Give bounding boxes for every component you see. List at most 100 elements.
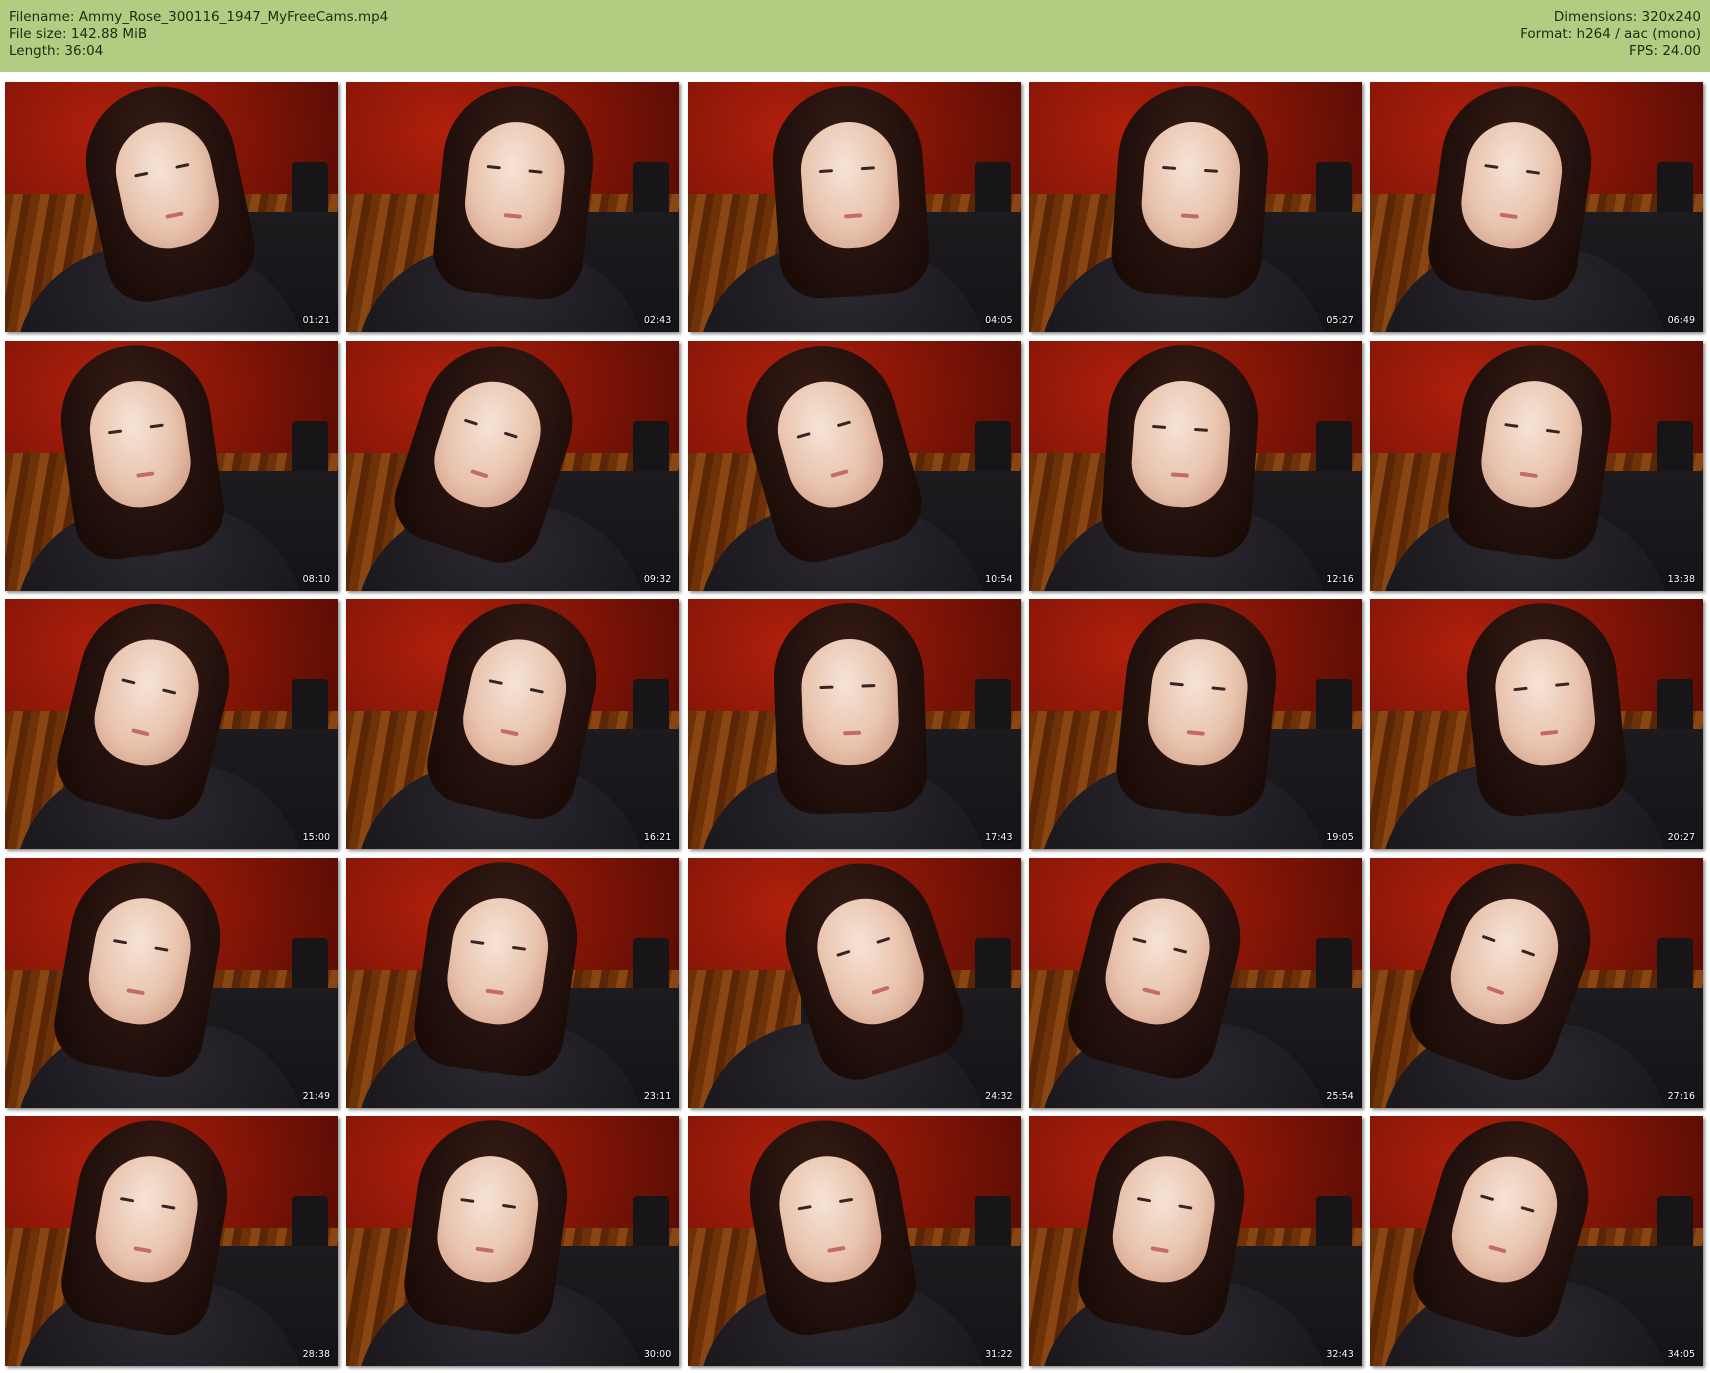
mouth	[1170, 471, 1189, 478]
left-eye	[835, 949, 850, 957]
mouth	[470, 468, 489, 478]
right-eye	[860, 166, 875, 171]
right-eye	[1172, 946, 1188, 954]
right-eye	[1525, 169, 1541, 175]
right-eye	[154, 945, 169, 952]
right-eye	[1193, 427, 1208, 432]
frame-timestamp: 28:38	[302, 1349, 330, 1360]
left-eye	[1161, 165, 1176, 170]
frame-timestamp: 21:49	[302, 1090, 330, 1102]
frame-timestamp: 34:05	[1667, 1349, 1695, 1360]
thumbnail-frame: 08:10	[5, 340, 338, 591]
thumbnail-frame: 28:38	[5, 1116, 338, 1366]
mouth	[165, 211, 184, 219]
right-eye	[528, 169, 543, 174]
frame-timestamp: 31:22	[985, 1349, 1013, 1360]
thumbnail-frame: 21:49	[5, 857, 338, 1108]
frame-timestamp: 12:16	[1326, 573, 1354, 585]
left-eye	[1481, 934, 1496, 942]
mouth	[1142, 986, 1161, 995]
left-eye	[1132, 936, 1147, 944]
frame-timestamp: 10:54	[985, 573, 1013, 585]
mouth	[829, 468, 849, 478]
left-eye	[134, 171, 149, 178]
mouth	[1499, 212, 1518, 220]
filename-text: Filename: Ammy_Rose_300116_1947_MyFreeCa…	[9, 9, 389, 25]
right-eye	[1521, 948, 1536, 957]
frame-timestamp: 27:16	[1667, 1090, 1695, 1102]
mouth	[843, 213, 862, 219]
mouth	[131, 728, 150, 737]
frame-timestamp: 02:43	[643, 315, 672, 326]
frame-timestamp: 17:43	[985, 832, 1013, 843]
mouth	[500, 728, 520, 737]
left-eye	[460, 1197, 475, 1203]
left-eye	[464, 418, 479, 426]
mouth	[842, 730, 861, 736]
frame-timestamp: 19:05	[1326, 832, 1354, 843]
right-eye	[149, 423, 164, 428]
left-eye	[121, 678, 136, 685]
right-eye	[1555, 682, 1570, 687]
right-eye	[1211, 686, 1226, 691]
thumbnail-frame: 12:16	[1028, 340, 1362, 591]
thumbnail-frame: 20:27	[1370, 599, 1703, 849]
left-eye	[1151, 424, 1166, 429]
person-face	[797, 118, 902, 252]
thumbnail-frame: 17:43	[687, 599, 1021, 849]
thumbnail-frame: 02:43	[346, 82, 680, 332]
left-eye	[795, 431, 811, 439]
thumbnail-frame: 34:05	[1370, 1116, 1703, 1366]
video-info-header: Filename: Ammy_Rose_300116_1947_MyFreeCa…	[0, 0, 1710, 72]
right-eye	[161, 1204, 176, 1210]
mouth	[503, 213, 523, 219]
thumbnail-frame: 31:22	[687, 1116, 1021, 1366]
left-eye	[818, 685, 834, 690]
person-face	[1138, 118, 1244, 252]
frame-timestamp: 24:32	[985, 1090, 1013, 1102]
frame-timestamp: 20:27	[1667, 832, 1695, 843]
thumbnail-frame: 01:21	[5, 82, 338, 332]
right-eye	[1545, 428, 1561, 434]
length-text: Length: 36:04	[9, 43, 104, 59]
dimensions-text: Dimensions: 320x240	[1553, 9, 1701, 25]
thumbnail-frame: 04:05	[687, 82, 1021, 332]
frame-timestamp: 08:10	[302, 573, 330, 585]
left-eye	[1480, 1194, 1495, 1202]
right-eye	[529, 687, 545, 694]
right-eye	[838, 1197, 853, 1204]
right-eye	[512, 945, 527, 951]
right-eye	[860, 684, 875, 688]
file-size-text: File size: 142.88 MiB	[9, 26, 148, 42]
left-eye	[1513, 686, 1528, 692]
frame-timestamp: 32:43	[1326, 1349, 1354, 1360]
frame-timestamp: 01:21	[302, 315, 330, 326]
thumbnail-frame: 30:00	[346, 1116, 680, 1366]
mouth	[133, 1246, 152, 1254]
left-eye	[107, 428, 123, 434]
thumbnail-frame: 19:05	[1028, 599, 1362, 849]
left-eye	[112, 938, 128, 944]
right-eye	[1203, 168, 1218, 173]
left-eye	[797, 1205, 812, 1211]
right-eye	[1177, 1204, 1193, 1210]
frame-timestamp: 05:27	[1326, 315, 1354, 326]
header-left-info: Filename: Ammy_Rose_300116_1947_MyFreeCa…	[9, 9, 388, 60]
left-eye	[1136, 1197, 1151, 1203]
fps-text: FPS: 24.00	[1629, 43, 1701, 59]
right-eye	[175, 162, 190, 169]
frame-timestamp: 04:05	[985, 315, 1013, 326]
format-text: Format: h264 / aac (mono)	[1520, 26, 1701, 42]
thumbnail-frame: 09:32	[346, 340, 680, 591]
person-face	[799, 637, 900, 767]
frame-timestamp: 16:21	[643, 832, 672, 843]
right-eye	[875, 936, 890, 944]
frame-timestamp: 06:49	[1667, 315, 1695, 326]
thumbnail-frame: 32:43	[1028, 1116, 1362, 1366]
mouth	[1486, 985, 1505, 995]
thumbnail-frame: 24:32	[687, 857, 1021, 1108]
mouth	[1150, 1246, 1169, 1254]
right-eye	[162, 688, 177, 695]
right-eye	[503, 431, 519, 439]
thumbnail-frame: 13:38	[1370, 340, 1703, 591]
